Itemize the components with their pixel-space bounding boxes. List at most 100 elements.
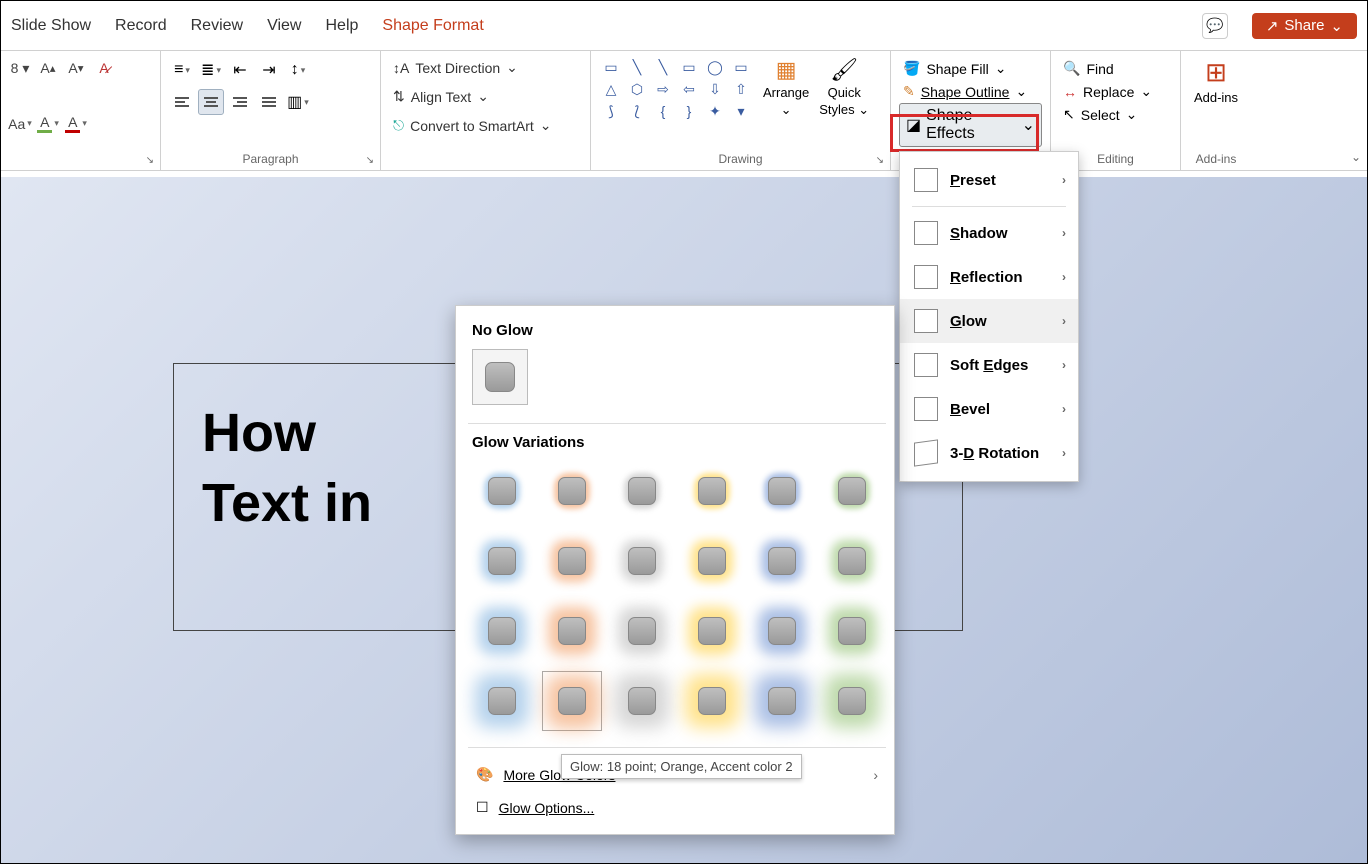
- convert-smartart-button[interactable]: ⎋Convert to SmartArt ⌄: [389, 115, 582, 136]
- columns-button[interactable]: ▥: [285, 89, 311, 115]
- font-size-field[interactable]: 8 ▾: [9, 57, 31, 79]
- numbering-button[interactable]: ≣: [198, 57, 224, 83]
- font-group: 8 ▾ A▴ A▾ A̷ Aa A A ↘: [1, 51, 161, 170]
- addins-icon: ⊞: [1205, 57, 1227, 88]
- glow-swatch[interactable]: [752, 601, 812, 661]
- tab-shape-format[interactable]: Shape Format: [382, 17, 483, 35]
- pen-icon: ✎: [903, 83, 915, 100]
- glow-swatch[interactable]: [682, 461, 742, 521]
- align-text-button[interactable]: ⇅Align Text ⌄: [389, 86, 582, 107]
- comment-icon: 💬: [1206, 17, 1223, 34]
- find-button[interactable]: 🔍Find: [1059, 57, 1172, 80]
- palette-icon: 🎨: [476, 766, 493, 783]
- effects-preset[interactable]: Preset›: [900, 158, 1078, 202]
- glow-swatch[interactable]: [542, 461, 602, 521]
- effects-icon: ◪: [906, 115, 921, 135]
- share-button[interactable]: ↗Share⌄: [1252, 13, 1357, 39]
- glow-swatch[interactable]: [752, 531, 812, 591]
- effects-soft-edges[interactable]: Soft Edges›: [900, 343, 1078, 387]
- text-direction-icon: ↕A: [393, 60, 409, 76]
- tab-review[interactable]: Review: [191, 17, 243, 35]
- glow-swatch[interactable]: [542, 531, 602, 591]
- paragraph-group: ≡ ≣ ⇤ ⇥ ↕ ▥ Paragraph ↘: [161, 51, 381, 170]
- glow-swatch[interactable]: [822, 461, 882, 521]
- clear-format-icon[interactable]: A̷: [93, 57, 115, 79]
- arrange-button[interactable]: ▦ Arrange⌄: [763, 57, 809, 118]
- replace-button[interactable]: ↔Replace ⌄: [1059, 80, 1172, 103]
- highlight-button[interactable]: A: [37, 113, 59, 135]
- bucket-icon: 🪣: [903, 60, 920, 77]
- decrease-indent-button[interactable]: ⇤: [227, 57, 253, 83]
- glow-swatch[interactable]: [612, 671, 672, 731]
- effects-3d-rotation[interactable]: 3-D Rotation›: [900, 431, 1078, 475]
- shape-fill-button[interactable]: 🪣Shape Fill ⌄: [899, 57, 1042, 80]
- paragraph-dialog-launcher[interactable]: ↘: [366, 155, 374, 166]
- select-button[interactable]: ↖Select ⌄: [1059, 103, 1172, 126]
- font-dialog-launcher[interactable]: ↘: [146, 155, 154, 166]
- drawing-dialog-launcher[interactable]: ↘: [876, 155, 884, 166]
- arrange-icon: ▦: [776, 57, 797, 83]
- increase-indent-button[interactable]: ⇥: [256, 57, 282, 83]
- line-spacing-button[interactable]: ↕: [285, 57, 311, 83]
- effects-reflection[interactable]: Reflection›: [900, 255, 1078, 299]
- glow-swatch[interactable]: [542, 671, 602, 731]
- align-left-button[interactable]: [169, 89, 195, 115]
- glow-swatch[interactable]: [682, 531, 742, 591]
- font-color-button[interactable]: A: [65, 113, 87, 135]
- glow-swatch[interactable]: [822, 531, 882, 591]
- smartart-icon: ⎋: [393, 117, 404, 134]
- shapes-gallery[interactable]: ▭╲╲▭◯▭ △⬡⇨⇦⇩⇧ ⟆⟅{}✦▾: [599, 57, 753, 121]
- glow-swatch[interactable]: [542, 601, 602, 661]
- glow-swatch[interactable]: [682, 671, 742, 731]
- tab-help[interactable]: Help: [325, 17, 358, 35]
- glow-variations-heading: Glow Variations: [472, 434, 882, 451]
- tab-slideshow[interactable]: Slide Show: [11, 17, 91, 35]
- glow-swatch[interactable]: [752, 461, 812, 521]
- increase-font-icon[interactable]: A▴: [37, 57, 59, 79]
- search-icon: 🔍: [1063, 60, 1080, 77]
- comments-button[interactable]: 💬: [1202, 13, 1228, 39]
- glow-swatch[interactable]: [612, 531, 672, 591]
- ribbon: 8 ▾ A▴ A▾ A̷ Aa A A ↘ ≡ ≣ ⇤ ⇥ ↕: [1, 51, 1367, 171]
- glow-swatch[interactable]: [472, 671, 532, 731]
- glow-swatch[interactable]: [752, 671, 812, 731]
- glow-swatch[interactable]: [472, 601, 532, 661]
- tab-record[interactable]: Record: [115, 17, 167, 35]
- glow-swatch[interactable]: [822, 671, 882, 731]
- glow-swatch[interactable]: [472, 461, 532, 521]
- glow-swatch[interactable]: [612, 601, 672, 661]
- glow-swatch[interactable]: [612, 461, 672, 521]
- glow-swatch[interactable]: [472, 531, 532, 591]
- tab-view[interactable]: View: [267, 17, 301, 35]
- glow-variations-grid: [472, 461, 882, 731]
- checkbox-icon: ☐: [476, 799, 489, 816]
- shape-outline-button[interactable]: ✎Shape Outline ⌄: [899, 80, 1042, 103]
- no-glow-swatch[interactable]: [472, 349, 528, 405]
- bullets-button[interactable]: ≡: [169, 57, 195, 83]
- addins-button[interactable]: ⊞ Add-ins: [1194, 57, 1238, 105]
- quick-styles-icon: 🖌: [830, 57, 858, 83]
- effects-glow[interactable]: Glow›: [900, 299, 1078, 343]
- text-direction-button[interactable]: ↕AText Direction ⌄: [389, 57, 582, 78]
- text-options-group: ↕AText Direction ⌄ ⇅Align Text ⌄ ⎋Conver…: [381, 51, 591, 170]
- effects-shadow[interactable]: Shadow›: [900, 211, 1078, 255]
- justify-button[interactable]: [256, 89, 282, 115]
- glow-tooltip: Glow: 18 point; Orange, Accent color 2: [561, 754, 802, 779]
- glow-swatch[interactable]: [822, 601, 882, 661]
- align-right-button[interactable]: [227, 89, 253, 115]
- collapse-ribbon-icon[interactable]: ⌄: [1351, 150, 1361, 164]
- glow-swatch[interactable]: [682, 601, 742, 661]
- quick-styles-button[interactable]: 🖌 Quick Styles ⌄: [819, 57, 869, 118]
- effects-bevel[interactable]: Bevel›: [900, 387, 1078, 431]
- align-text-icon: ⇅: [393, 88, 405, 105]
- change-case-button[interactable]: Aa: [9, 113, 31, 135]
- cursor-icon: ↖: [1063, 106, 1075, 123]
- glow-gallery-panel: No Glow Glow Variations 🎨More Glow Color…: [455, 305, 895, 835]
- glow-options[interactable]: ☐Glow Options...: [472, 791, 882, 824]
- shape-effects-menu: Preset› Shadow› Reflection› Glow› Soft E…: [899, 151, 1079, 482]
- paragraph-label: Paragraph: [169, 152, 372, 168]
- tab-strip: Slide Show Record Review View Help Shape…: [1, 1, 1367, 51]
- align-center-button[interactable]: [198, 89, 224, 115]
- shape-effects-button[interactable]: ◪Shape Effects ⌄: [899, 103, 1042, 147]
- decrease-font-icon[interactable]: A▾: [65, 57, 87, 79]
